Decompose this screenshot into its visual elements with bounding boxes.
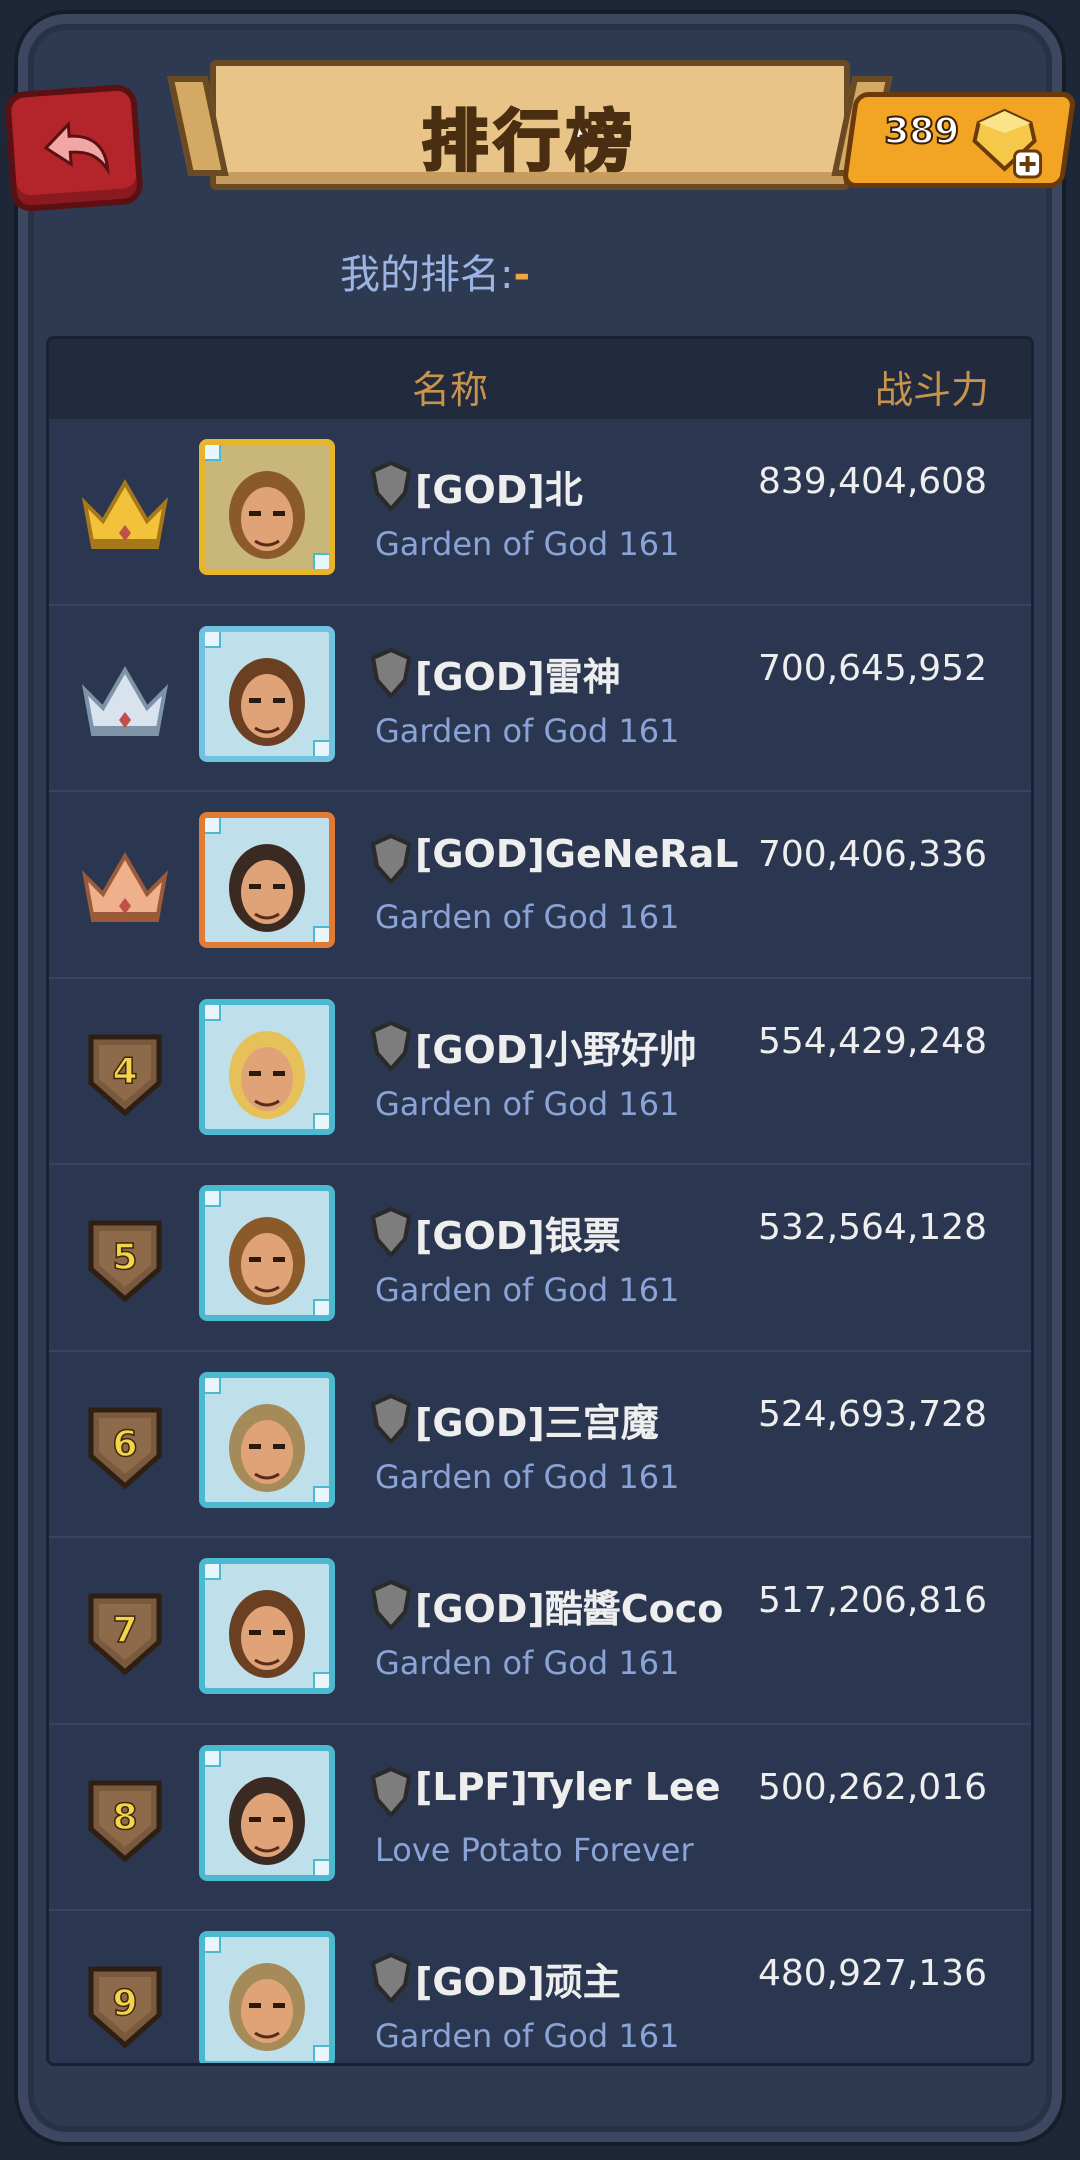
female-warrior-avatar[interactable] <box>199 1558 335 1694</box>
helmeted-beast-avatar[interactable] <box>199 1371 335 1508</box>
guild-name: Garden of God 161 <box>375 525 680 563</box>
bearded-warrior-avatar[interactable] <box>199 1185 335 1321</box>
table-header: 名称 战斗力 <box>49 339 1031 419</box>
rank-number: 8 <box>112 1796 139 1839</box>
combat-power: 700,645,952 <box>757 647 987 689</box>
leaderboard-row[interactable]: 8 [LPF]Tyler Lee Love Potato Forever 500,26… <box>49 1725 1031 1911</box>
rank-number: 5 <box>112 1236 139 1279</box>
guild-shield-icon <box>369 1020 413 1075</box>
my-rank-value: - <box>513 252 531 298</box>
guild-shield-icon <box>369 460 413 515</box>
leaderboard-row[interactable]: [GOD]雷神 Garden of God 161 700,645,952 <box>49 606 1031 792</box>
helmeted-beast-avatar[interactable] <box>199 1931 335 2063</box>
leaderboard-row[interactable]: 9 [GOD]顽主 Garden of God 161 480,927,136 <box>49 1911 1031 2063</box>
column-header-power: 战斗力 <box>874 368 989 412</box>
gem-counter[interactable]: 389 <box>841 92 1077 188</box>
guild-shield-icon <box>369 647 413 702</box>
long-hair-warrior-avatar[interactable] <box>199 812 335 948</box>
combat-power: 524,693,728 <box>757 1393 987 1435</box>
combat-power: 532,564,128 <box>757 1207 987 1248</box>
rank-number: 9 <box>112 1982 139 2025</box>
bearded-warrior-avatar[interactable] <box>199 439 335 575</box>
player-name: [GOD]GeNeRaL <box>415 832 739 876</box>
combat-power: 554,429,248 <box>757 1020 987 1062</box>
guild-name: Garden of God 161 <box>375 1644 680 1682</box>
rank-shield-icon: 5 <box>77 1215 173 1305</box>
player-name: [GOD]北 <box>415 468 583 512</box>
guild-shield-icon <box>369 833 413 888</box>
player-name: [GOD]小野好帅 <box>415 1027 697 1072</box>
rank-number: 7 <box>112 1609 139 1652</box>
leaderboard-row[interactable]: 6 [GOD]三宫魔 Garden of God 161 524,693,728 <box>49 1352 1031 1538</box>
silver-crown-icon <box>77 656 173 746</box>
back-arrow-icon <box>43 120 110 176</box>
blonde-warrior-avatar[interactable] <box>199 998 335 1135</box>
guild-name: Garden of God 161 <box>375 898 680 936</box>
leaderboard-panel[interactable]: 名称 战斗力 [GOD]北 Garden of God 161 839,404,60… <box>46 336 1034 2066</box>
column-header-name: 名称 <box>412 368 489 412</box>
rank-number: 6 <box>112 1423 139 1466</box>
guild-shield-icon <box>369 1206 413 1261</box>
combat-power: 839,404,608 <box>757 461 987 502</box>
my-rank: 我的排名:- <box>340 242 530 300</box>
combat-power: 500,262,016 <box>757 1766 987 1808</box>
guild-name: Garden of God 161 <box>375 1457 680 1496</box>
guild-shield-icon <box>369 1766 413 1821</box>
gem-count: 389 <box>883 110 960 153</box>
bronze-crown-icon <box>77 842 173 932</box>
long-hair-warrior-avatar[interactable] <box>199 1744 335 1881</box>
player-name: [GOD]酷醬Coco <box>415 1587 724 1631</box>
player-name: [GOD]银票 <box>415 1214 621 1258</box>
my-rank-label: 我的排名: <box>340 252 514 298</box>
combat-power: 700,406,336 <box>757 834 987 875</box>
leaderboard-list[interactable]: [GOD]北 Garden of God 161 839,404,608 [GOD]雷… <box>49 419 1031 2063</box>
back-button[interactable] <box>3 83 145 213</box>
player-name: [GOD]顽主 <box>415 1960 621 2004</box>
guild-name: Garden of God 161 <box>375 711 680 750</box>
combat-power: 517,206,816 <box>757 1580 987 1621</box>
page-title: 排行榜 <box>421 102 638 182</box>
guild-name: Love Potato Forever <box>375 1830 694 1869</box>
leaderboard-row[interactable]: 4 [GOD]小野好帅 Garden of God 161 554,429,248 <box>49 979 1031 1165</box>
rank-shield-icon: 8 <box>77 1775 173 1865</box>
rank-shield-icon: 6 <box>77 1402 173 1492</box>
leaderboard-row[interactable]: [GOD]GeNeRaL Garden of God 161 700,406,336 <box>49 792 1031 979</box>
guild-name: Garden of God 161 <box>375 1271 680 1309</box>
guild-name: Garden of God 161 <box>375 1084 680 1123</box>
leaderboard-row[interactable]: 7 [GOD]酷醬Coco Garden of God 161 517,206,816 <box>49 1538 1031 1725</box>
leaderboard-row[interactable]: [GOD]北 Garden of God 161 839,404,608 <box>49 419 1031 606</box>
guild-name: Garden of God 161 <box>375 2017 680 2055</box>
rank-shield-icon: 7 <box>77 1588 173 1678</box>
guild-shield-icon <box>369 1579 413 1634</box>
player-name: [GOD]雷神 <box>415 654 621 699</box>
rank-shield-icon: 9 <box>77 1961 173 2051</box>
gem-plus-icon[interactable] <box>965 107 1045 179</box>
combat-power: 480,927,136 <box>757 1953 987 1994</box>
leaderboard-row[interactable]: 5 [GOD]银票 Garden of God 161 532,564,128 <box>49 1165 1031 1352</box>
rank-number: 4 <box>112 1050 139 1093</box>
player-name: [LPF]Tyler Lee <box>415 1764 721 1809</box>
female-warrior-avatar[interactable] <box>199 625 335 762</box>
title-banner: 排行榜 <box>167 60 893 190</box>
gold-crown-icon <box>77 469 173 559</box>
guild-shield-icon <box>369 1952 413 2007</box>
player-name: [GOD]三宫魔 <box>415 1400 659 1445</box>
guild-shield-icon <box>369 1393 413 1448</box>
rank-shield-icon: 4 <box>77 1029 173 1119</box>
